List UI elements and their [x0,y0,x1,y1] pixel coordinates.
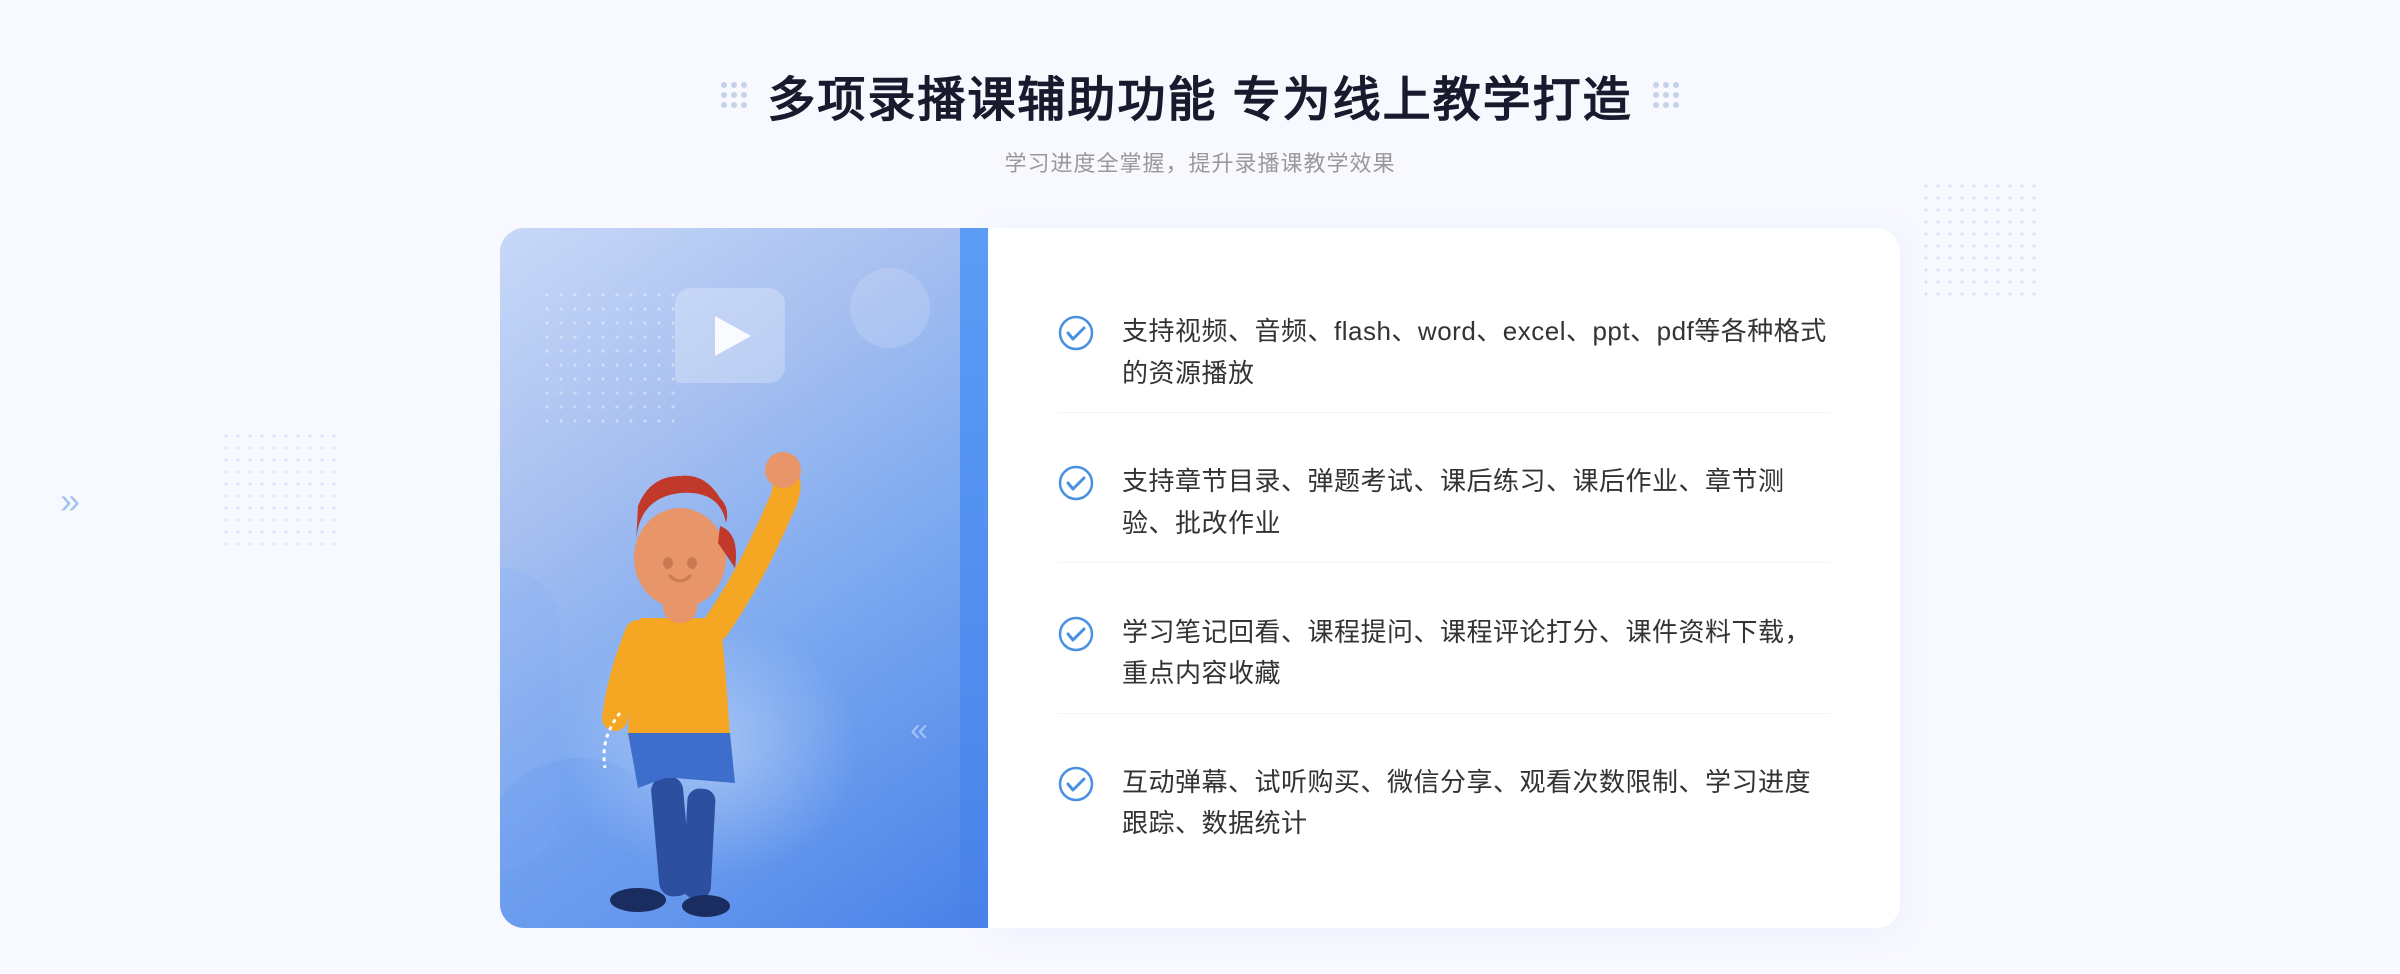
check-icon-1 [1058,315,1094,351]
page-container: » 多项录播课辅助功能 专为线上教学打造 学习进度全掌握，提升录播课教学效果 [0,0,2400,974]
feature-text-4: 互动弹幕、试听购买、微信分享、观看次数限制、学习进度跟踪、数据统计 [1122,762,1830,845]
chevron-decoration: » [60,480,80,522]
feature-item-1: 支持视频、音频、flash、word、excel、ppt、pdf等各种格式的资源… [1058,293,1830,413]
feature-item-4: 互动弹幕、试听购买、微信分享、观看次数限制、学习进度跟踪、数据统计 [1058,744,1830,863]
check-icon-3 [1058,616,1094,652]
feature-text-3: 学习笔记回看、课程提问、课程评论打分、课件资料下载，重点内容收藏 [1122,612,1830,695]
chevron-arrows-illus: « [910,711,920,748]
feature-item-3: 学习笔记回看、课程提问、课程评论打分、课件资料下载，重点内容收藏 [1058,594,1830,714]
person-illustration [520,358,860,928]
check-icon-4 [1058,766,1094,802]
title-section: 多项录播课辅助功能 专为线上教学打造 [721,60,1678,130]
play-triangle-icon [715,316,751,356]
check-icon-2 [1058,465,1094,501]
title-dot-grid-right [1653,82,1679,108]
feature-text-1: 支持视频、音频、flash、word、excel、ppt、pdf等各种格式的资源… [1122,311,1830,394]
content-area: « [500,228,1900,928]
deco-circle-sm [850,268,930,348]
feature-text-2: 支持章节目录、弹题考试、课后练习、课后作业、章节测验、批改作业 [1122,461,1830,544]
accent-bar [960,228,988,928]
features-panel: 支持视频、音频、flash、word、excel、ppt、pdf等各种格式的资源… [988,228,1900,928]
illustration-card: « [500,228,960,928]
title-dot-grid-left [721,82,747,108]
page-subtitle: 学习进度全掌握，提升录播课教学效果 [1004,146,1395,178]
dot-grid-decoration-right [1920,180,2040,300]
main-title: 多项录播课辅助功能 专为线上教学打造 [767,60,1632,130]
feature-item-2: 支持章节目录、弹题考试、课后练习、课后作业、章节测验、批改作业 [1058,443,1830,563]
dot-grid-decoration-left [220,430,340,550]
